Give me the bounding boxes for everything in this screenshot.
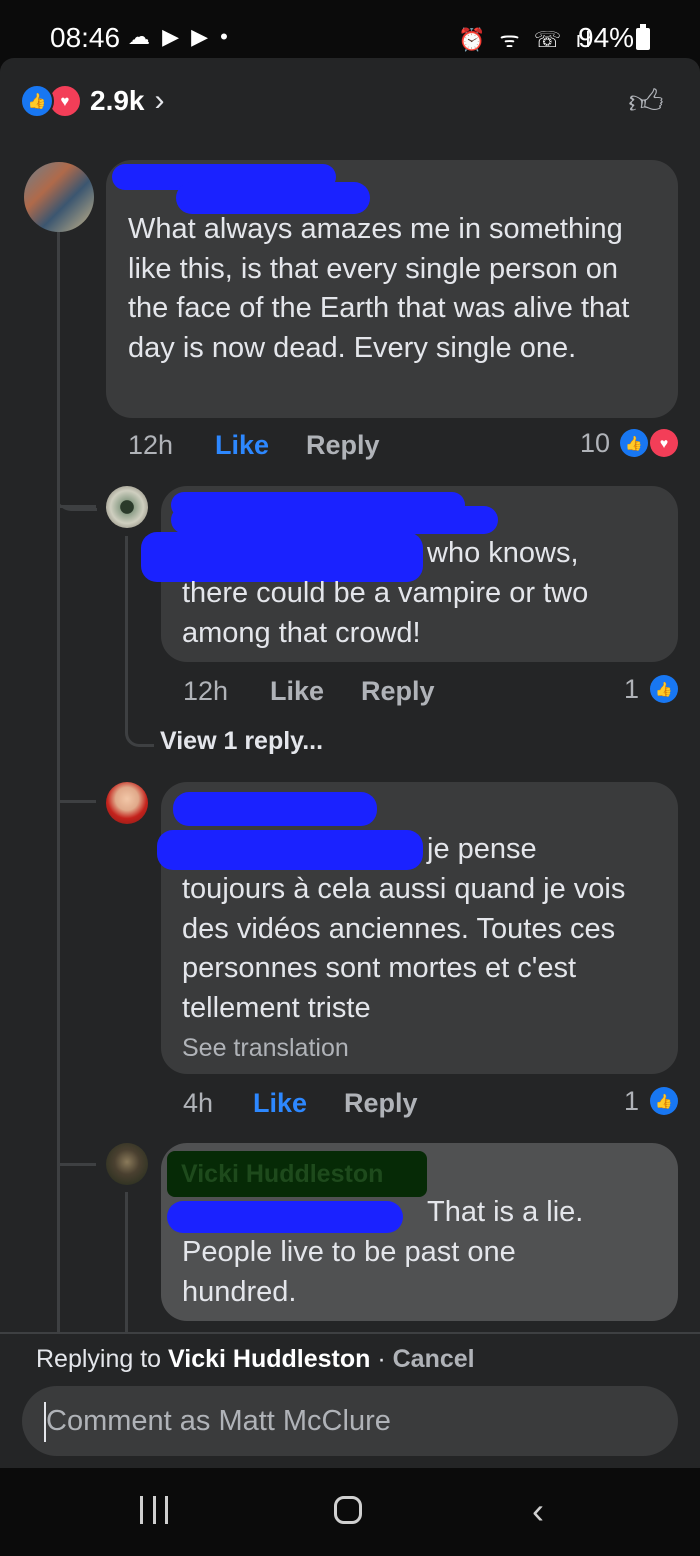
like-reaction-icon: 👍 [620, 429, 648, 457]
reply-button[interactable]: Reply [344, 1088, 418, 1119]
comment-time: 12h [183, 676, 229, 706]
battery-percent: 94% [578, 22, 635, 53]
redacted-author-name [171, 506, 498, 534]
thread-branch [60, 1163, 96, 1166]
comment-input[interactable] [22, 1386, 678, 1456]
replying-to-label: Replying to Vicki Huddleston · Cancel [36, 1345, 475, 1374]
comment-bubble[interactable]: who knows, there could be a vampire or t… [141, 486, 678, 662]
battery-icon [636, 24, 650, 50]
comment-text: People live to be past one hundred. [182, 1236, 516, 1308]
separator: · [370, 1345, 393, 1373]
like-button[interactable]: Like [270, 676, 324, 707]
see-translation-link[interactable]: See translation [182, 1034, 349, 1063]
back-icon[interactable]: ‹ [532, 1490, 544, 1532]
chevron-right-icon: › [154, 84, 165, 117]
comment-time: 4h [183, 1088, 214, 1118]
comment-text: toujours à cela aussi quand je vois des … [182, 873, 626, 1024]
cancel-reply-button[interactable]: Cancel [393, 1345, 475, 1373]
text-cursor [44, 1402, 46, 1442]
comment-bubble[interactable]: Vicki Huddleston That is a lie. People l… [161, 1143, 678, 1321]
comment-text-lead: That is a lie. [427, 1196, 584, 1228]
comment-text-lead: je pense [427, 833, 537, 865]
comment-text: What always amazes me in something like … [128, 213, 630, 364]
like-reaction-icon: 👍 [650, 1087, 678, 1115]
redacted-author-name [173, 792, 377, 826]
thread-line [57, 232, 60, 1332]
thread-branch [60, 505, 96, 508]
replying-to-name: Vicki Huddleston [168, 1345, 371, 1373]
recent-apps-icon[interactable] [140, 1496, 168, 1524]
reaction-count: 2.9k [90, 85, 145, 116]
like-button[interactable]: Like [215, 430, 269, 461]
clock: 08:46 [50, 22, 121, 53]
comment-time: 12h [128, 430, 174, 460]
reaction-count: 1 [624, 674, 640, 704]
avatar[interactable] [106, 1143, 148, 1185]
replying-prefix: Replying to [36, 1345, 169, 1373]
like-post-icon[interactable]: 👍︎ [624, 80, 668, 124]
status-bar: 08:46 ☁ ▶ ▶ • ⏰ ᯤ ☏ ıl 94% [0, 0, 700, 62]
like-reaction-icon: 👍 [20, 84, 54, 118]
thread-line-reply [125, 1192, 128, 1332]
love-reaction-icon: ♥ [650, 429, 678, 457]
reply-button[interactable]: Reply [306, 430, 380, 461]
avatar[interactable] [106, 486, 148, 528]
reaction-count: 10 [580, 428, 611, 458]
comment-bubble[interactable]: What always amazes me in something like … [106, 160, 678, 418]
like-button[interactable]: Like [253, 1088, 307, 1119]
reaction-count: 1 [624, 1086, 640, 1116]
avatar[interactable] [106, 782, 148, 824]
comment-text-lead: who knows, [427, 537, 579, 569]
notification-icons: ☁ ▶ ▶ • [128, 24, 231, 49]
avatar[interactable] [24, 162, 94, 232]
like-reaction-icon: 👍 [650, 675, 678, 703]
home-icon[interactable] [334, 1496, 362, 1524]
redacted-mention [167, 1201, 403, 1233]
reply-button[interactable]: Reply [361, 676, 435, 707]
comment-bubble[interactable]: je pense toujours à cela aussi quand je … [157, 782, 678, 1074]
comment-text: there could be a vampire or two among th… [182, 577, 589, 649]
redacted-mention [157, 830, 423, 870]
reactions-summary[interactable]: 👍 ♥ 2.9k › [20, 84, 165, 118]
view-replies-link[interactable]: View 1 reply... [160, 727, 323, 756]
system-icons: ⏰ ᯤ ☏ ıl [458, 27, 595, 52]
thread-branch [60, 800, 96, 803]
author-name[interactable]: Vicki Huddleston [167, 1151, 427, 1197]
